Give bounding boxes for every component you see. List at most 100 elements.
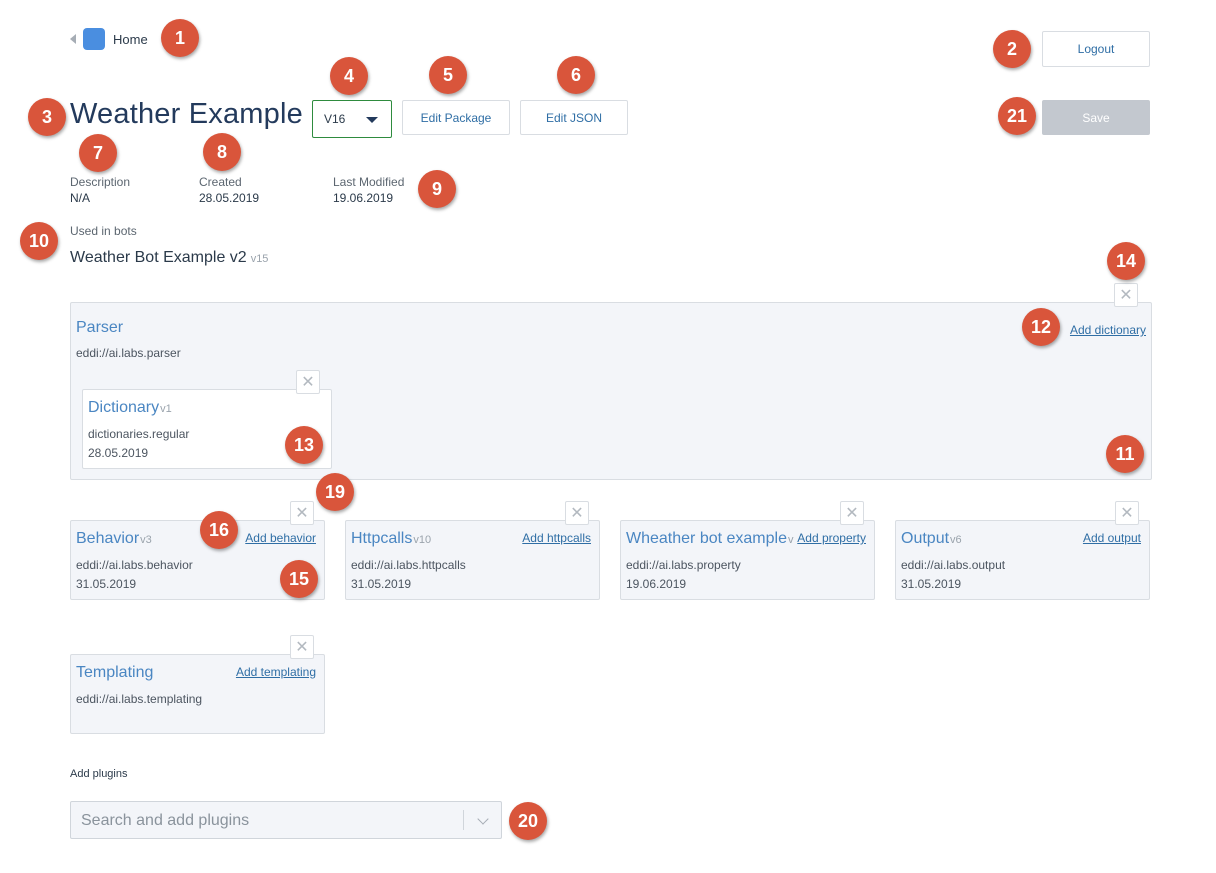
annotation-badge: 11	[1106, 435, 1144, 473]
annotation-badge: 4	[330, 57, 368, 95]
annotation-badge: 16	[200, 511, 238, 549]
annotation-badge: 1	[161, 19, 199, 57]
extension-title: Wheather bot example	[626, 530, 787, 547]
annotation-badge: 14	[1107, 242, 1145, 280]
add-dictionary-link[interactable]: Add dictionary	[1069, 323, 1146, 337]
edit-package-button[interactable]: Edit Package	[402, 100, 510, 135]
modified-value: 19.06.2019	[333, 191, 394, 205]
save-button[interactable]: Save	[1042, 100, 1150, 135]
annotation-badge: 13	[285, 426, 323, 464]
close-icon: ✕	[295, 639, 309, 656]
logout-button[interactable]: Logout	[1042, 31, 1150, 67]
extension-date: 31.05.2019	[76, 577, 137, 591]
dictionary-date: 28.05.2019	[88, 446, 149, 460]
select-separator	[463, 810, 464, 830]
used-in-bots-label: Used in bots	[70, 224, 137, 238]
add-plugins-label: Add plugins	[70, 768, 128, 780]
add-property-link[interactable]: Add property	[797, 531, 866, 545]
dictionary-uri: dictionaries.regular	[88, 427, 190, 441]
created-label: Created	[199, 175, 242, 189]
modified-meta: Last Modified 19.06.2019	[333, 175, 404, 205]
used-bot-version: v15	[250, 253, 269, 265]
extension-date: 31.05.2019	[901, 577, 962, 591]
annotation-badge: 20	[509, 802, 547, 840]
annotation-badge: 8	[203, 133, 241, 171]
dictionary-version: v1	[160, 403, 172, 415]
extension-card: Outputv6 Add output eddi://ai.labs.outpu…	[895, 520, 1150, 600]
extension-title-row: Templating	[76, 664, 154, 682]
remove-parser-button[interactable]: ✕	[1114, 283, 1138, 307]
extension-uri: eddi://ai.labs.templating	[76, 692, 203, 706]
annotation-badge: 3	[28, 98, 66, 136]
remove-httpcalls-button[interactable]: ✕	[565, 501, 589, 525]
close-icon: ✕	[1120, 505, 1134, 522]
add-templating-link[interactable]: Add templating	[235, 665, 316, 679]
remove-behavior-button[interactable]: ✕	[290, 501, 314, 525]
extension-uri: eddi://ai.labs.output	[901, 558, 1006, 572]
annotation-badge: 19	[316, 473, 354, 511]
extension-version: v10	[413, 534, 432, 546]
description-value: N/A	[70, 191, 91, 205]
close-icon: ✕	[570, 505, 584, 522]
extension-date: 31.05.2019	[351, 577, 412, 591]
extension-title-row: Wheather bot examplev	[626, 530, 793, 548]
home-square-icon	[83, 28, 105, 50]
close-icon: ✕	[295, 505, 309, 522]
version-value: V16	[324, 112, 346, 126]
extension-title: Behavior	[76, 530, 140, 547]
add-output-link[interactable]: Add output	[1082, 531, 1141, 545]
home-breadcrumb[interactable]: Home	[70, 27, 148, 51]
remove-output-button[interactable]: ✕	[1115, 501, 1139, 525]
parser-card: Parser eddi://ai.labs.parser Add diction…	[70, 302, 1152, 480]
annotation-badge: 6	[557, 56, 595, 94]
remove-property-button[interactable]: ✕	[840, 501, 864, 525]
extension-version: v3	[140, 534, 152, 546]
extension-title: Templating	[76, 664, 154, 681]
description-meta: Description N/A	[70, 175, 130, 205]
home-label: Home	[113, 31, 148, 47]
plugins-search-placeholder: Search and add plugins	[81, 812, 250, 829]
extension-title: Httpcalls	[351, 530, 413, 547]
version-select[interactable]: V16	[312, 100, 392, 138]
annotation-badge: 2	[993, 30, 1031, 68]
extension-title-row: Httpcallsv10	[351, 530, 431, 548]
annotation-badge: 7	[79, 134, 117, 172]
extension-title: Output	[901, 530, 950, 547]
annotation-badge: 12	[1022, 308, 1060, 346]
used-bot-link[interactable]: Weather Bot Example v2 v15	[70, 249, 268, 267]
close-icon: ✕	[845, 505, 859, 522]
modified-label: Last Modified	[333, 175, 405, 189]
remove-templating-button[interactable]: ✕	[290, 635, 314, 659]
add-httpcalls-link[interactable]: Add httpcalls	[522, 531, 591, 545]
back-arrow-icon	[70, 34, 76, 44]
parser-uri: eddi://ai.labs.parser	[76, 346, 181, 360]
annotation-badge: 9	[418, 170, 456, 208]
remove-dictionary-button[interactable]: ✕	[296, 370, 320, 394]
created-meta: Created 28.05.2019	[199, 175, 259, 205]
annotation-badge: 15	[280, 560, 318, 598]
edit-json-button[interactable]: Edit JSON	[520, 100, 628, 135]
created-value: 28.05.2019	[199, 191, 260, 205]
package-title: Weather Example	[70, 98, 303, 130]
dictionary-title-row: Dictionaryv1	[88, 399, 172, 417]
caret-down-icon	[366, 117, 378, 123]
extension-title-row: Behaviorv3	[76, 530, 152, 548]
add-behavior-link[interactable]: Add behavior	[245, 531, 316, 545]
extension-card: Httpcallsv10 Add httpcalls eddi://ai.lab…	[345, 520, 600, 600]
extension-date: 19.06.2019	[626, 577, 687, 591]
description-label: Description	[70, 175, 131, 189]
extension-title-row: Outputv6	[901, 530, 962, 548]
extension-version: v6	[950, 534, 962, 546]
parser-title: Parser	[76, 319, 124, 336]
close-icon: ✕	[1119, 287, 1133, 304]
chevron-down-icon[interactable]	[477, 813, 489, 825]
plugins-search-select[interactable]: Search and add plugins	[70, 801, 502, 839]
extension-uri: eddi://ai.labs.property	[626, 558, 741, 572]
extension-card: Wheather bot examplev Add property eddi:…	[620, 520, 875, 600]
dictionary-title: Dictionary	[88, 399, 160, 416]
extension-card: Templating Add templating eddi://ai.labs…	[70, 654, 325, 734]
annotation-badge: 5	[429, 56, 467, 94]
extension-version: v	[787, 534, 794, 546]
used-bot-name: Weather Bot Example v2	[70, 249, 247, 266]
close-icon: ✕	[301, 374, 315, 391]
